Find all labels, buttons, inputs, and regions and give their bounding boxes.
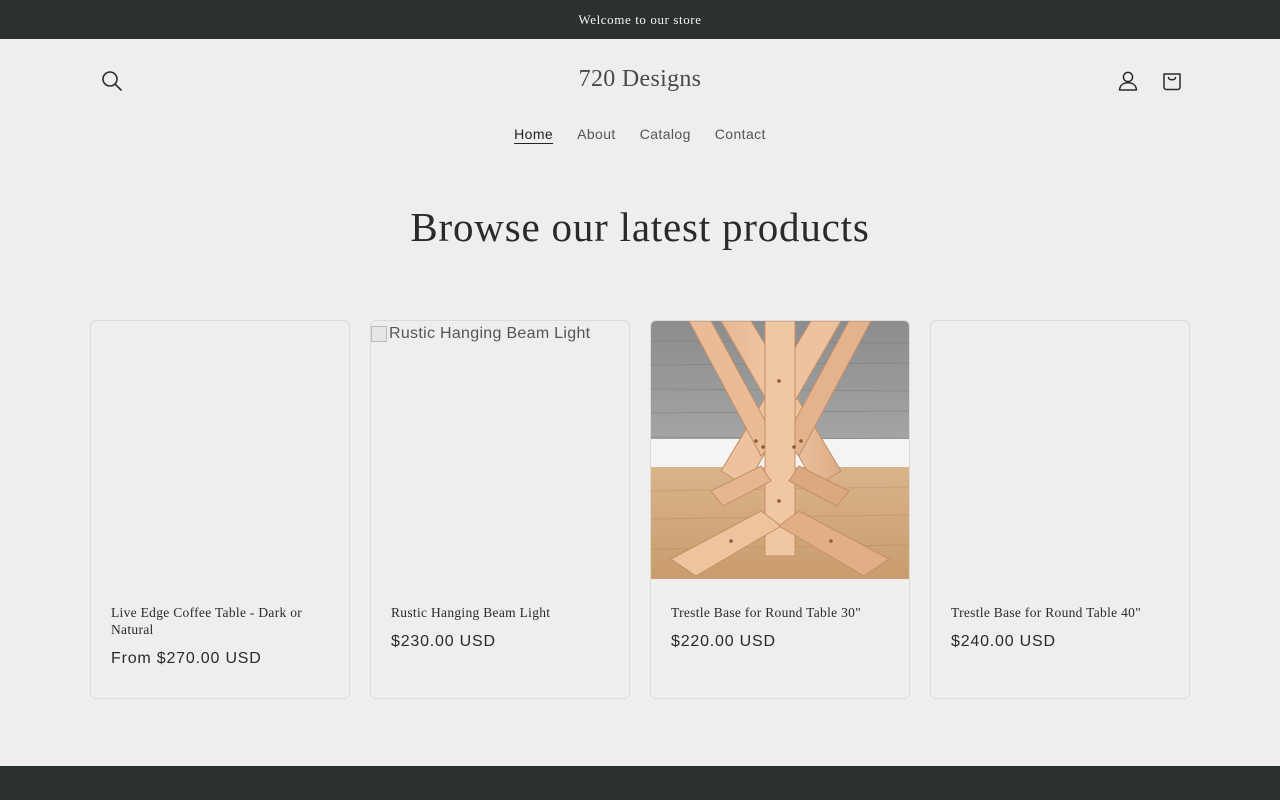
nav-item-about[interactable]: About — [577, 126, 616, 144]
product-image — [651, 321, 909, 579]
product-title[interactable]: Trestle Base for Round Table 30" — [671, 604, 891, 621]
product-image-broken: Rustic Hanging Beam Light — [371, 321, 629, 579]
product-image-placeholder — [91, 321, 349, 579]
product-card[interactable]: Live Edge Coffee Table - Dark or Natural… — [90, 320, 350, 699]
nav-item-catalog[interactable]: Catalog — [640, 126, 691, 144]
product-title[interactable]: Trestle Base for Round Table 40" — [951, 604, 1171, 621]
footer — [0, 766, 1280, 800]
product-price: $220.00 USD — [671, 633, 776, 650]
product-image-placeholder — [931, 321, 1189, 579]
main-nav: Home About Catalog Contact — [0, 126, 1280, 144]
product-card[interactable]: Trestle Base for Round Table 30" $220.00… — [650, 320, 910, 699]
product-title[interactable]: Live Edge Coffee Table - Dark or Natural — [111, 604, 331, 638]
broken-image: Rustic Hanging Beam Light — [371, 321, 629, 343]
broken-image-icon — [371, 326, 387, 342]
nav-item-home[interactable]: Home — [514, 126, 553, 144]
section-heading: Browse our latest products — [410, 204, 870, 250]
product-title[interactable]: Rustic Hanging Beam Light — [391, 604, 611, 621]
nav-item-contact[interactable]: Contact — [715, 126, 766, 144]
product-price: $230.00 USD — [391, 633, 496, 650]
product-price: From $270.00 USD — [111, 650, 262, 667]
product-card[interactable]: Trestle Base for Round Table 40" $240.00… — [930, 320, 1190, 699]
logo-link[interactable]: 720 Designs — [579, 66, 702, 92]
cart-button[interactable] — [1157, 66, 1187, 96]
product-card[interactable]: Rustic Hanging Beam Light Rustic Hanging… — [370, 320, 630, 699]
product-price: $240.00 USD — [951, 633, 1056, 650]
account-icon — [1118, 71, 1138, 91]
store-logo: 720 Designs — [0, 66, 1280, 93]
announcement-text: Welcome to our store — [578, 11, 702, 27]
image-alt-text: Rustic Hanging Beam Light — [389, 325, 591, 342]
trestle-base-photo — [651, 321, 909, 579]
account-button[interactable] — [1113, 66, 1143, 96]
announcement-bar: Welcome to our store — [0, 0, 1280, 39]
cart-icon — [1163, 73, 1181, 91]
